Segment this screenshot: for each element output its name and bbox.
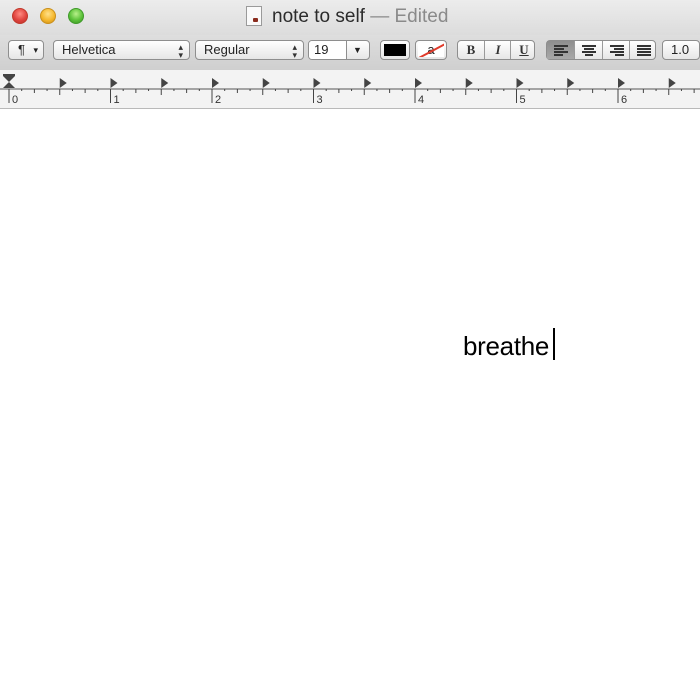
font-size-combo[interactable]: 19 ▼: [308, 40, 370, 60]
left-indent-marker: [3, 82, 15, 88]
justify-icon: [637, 45, 651, 56]
tab-stop-marker: [262, 78, 270, 88]
document-text[interactable]: breathe: [463, 331, 549, 362]
ruler-label: 6: [621, 94, 628, 106]
tab-stop-marker: [567, 78, 575, 88]
tab-stop-marker: [668, 78, 676, 88]
ruler-label: 3: [316, 94, 323, 106]
tab-stop-marker: [415, 78, 422, 88]
title-bar[interactable]: note to self — Edited: [0, 0, 700, 35]
pilcrow-icon: ¶: [18, 42, 25, 57]
format-toolbar: ¶ ▾ Helvetica ▴▾ Regular ▴▾ 19 ▼ a B I: [0, 35, 700, 70]
text-color-swatch: [384, 44, 406, 56]
ruler-label: 2: [215, 94, 222, 106]
ruler-ticks: [0, 74, 700, 103]
updown-arrows-icon: ▴ ▾: [178, 42, 183, 60]
paragraph-styles-button[interactable]: ¶ ▾: [8, 40, 44, 60]
line-spacing-value: 1.0: [671, 42, 690, 57]
document-proxy-icon[interactable]: [246, 6, 262, 26]
line-spacing-popup[interactable]: 1.0: [662, 40, 700, 60]
ruler-label: 4: [418, 94, 425, 106]
justify-button[interactable]: [629, 41, 657, 59]
highlight-glyph: a: [427, 43, 435, 57]
font-size-field[interactable]: 19: [309, 41, 347, 59]
ruler-label: 5: [519, 94, 526, 106]
updown-arrows-icon: ▴ ▾: [292, 42, 297, 60]
chevron-down-icon: ▾: [33, 45, 38, 55]
ruler[interactable]: 0 1 2 3 4 5 6: [0, 70, 700, 109]
align-right-button[interactable]: [602, 41, 630, 59]
zoom-button[interactable]: [68, 8, 84, 24]
highlight-color-well[interactable]: a: [415, 40, 447, 60]
italic-button[interactable]: I: [484, 41, 511, 59]
tab-stop-marker: [110, 78, 118, 88]
edited-status: — Edited: [370, 6, 449, 27]
bold-button[interactable]: B: [458, 41, 484, 59]
align-center-button[interactable]: [574, 41, 602, 59]
first-line-indent-marker: [3, 76, 15, 82]
font-family-value: Helvetica: [62, 42, 116, 57]
document-name: note to self: [272, 6, 365, 27]
tab-stop-marker: [313, 78, 321, 88]
triangle-down-icon: ▼: [353, 45, 362, 55]
textedit-window: note to self — Edited ¶ ▾ Helvetica ▴ ▾ R…: [0, 0, 700, 700]
text-style-segmented: B I U: [457, 40, 535, 60]
font-family-popup[interactable]: Helvetica ▴ ▾: [53, 40, 190, 60]
indent-bar-marker: [3, 74, 15, 76]
font-size-dropdown[interactable]: ▼: [346, 41, 369, 59]
close-button[interactable]: [12, 8, 28, 24]
no-highlight-icon: a: [418, 43, 444, 57]
font-style-value: Regular: [204, 42, 250, 57]
tab-stop-marker: [465, 78, 473, 88]
align-left-button[interactable]: [547, 41, 574, 59]
tab-stop-marker: [364, 78, 372, 88]
window-title: note to self — Edited: [272, 6, 448, 28]
underline-button[interactable]: U: [510, 41, 537, 59]
tab-stop-marker: [212, 78, 219, 88]
text-cursor: [553, 328, 555, 360]
tab-stop-marker: [59, 78, 67, 88]
align-left-icon: [554, 45, 568, 56]
text-color-well[interactable]: [380, 40, 410, 60]
align-right-icon: [610, 45, 624, 56]
alignment-segmented: [546, 40, 656, 60]
font-style-popup[interactable]: Regular ▴ ▾: [195, 40, 304, 60]
align-center-icon: [582, 45, 596, 56]
text-editing-area[interactable]: breathe: [0, 109, 700, 700]
tab-stop-marker: [161, 78, 169, 88]
ruler-label: 0: [12, 94, 19, 106]
ruler-label: 1: [113, 94, 120, 106]
tab-stop-marker: [618, 78, 625, 88]
minimize-button[interactable]: [40, 8, 56, 24]
tab-stop-marker: [516, 78, 524, 88]
